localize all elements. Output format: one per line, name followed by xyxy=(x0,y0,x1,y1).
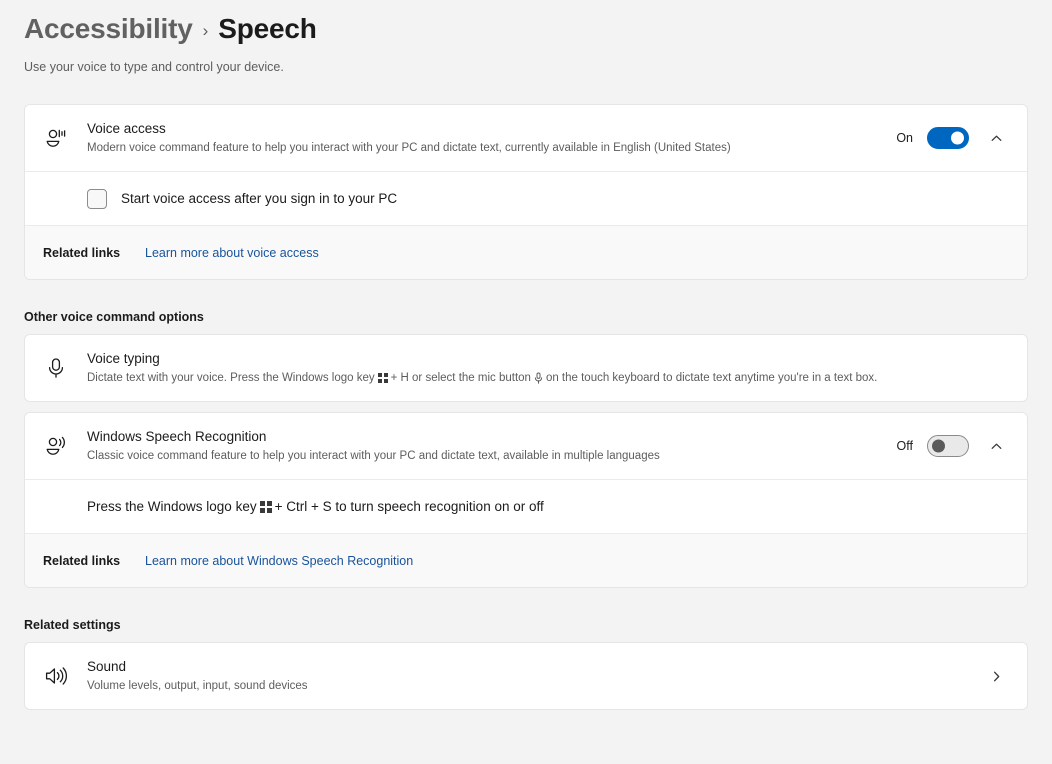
voice-typing-card: Voice typing Dictate text with your voic… xyxy=(24,334,1028,402)
voice-access-icon xyxy=(43,433,87,459)
voice-typing-row[interactable]: Voice typing Dictate text with your voic… xyxy=(25,335,1027,401)
sound-text: Sound Volume levels, output, input, soun… xyxy=(87,658,967,695)
start-voice-access-row[interactable]: Start voice access after you sign in to … xyxy=(25,171,1027,225)
voice-typing-text: Voice typing Dictate text with your voic… xyxy=(87,350,1009,387)
voice-typing-desc-part3: on the touch keyboard to dictate text an… xyxy=(545,371,878,384)
page-subtitle: Use your voice to type and control your … xyxy=(24,60,284,74)
breadcrumb-parent-accessibility[interactable]: Accessibility xyxy=(24,13,193,45)
inline-microphone-icon xyxy=(534,372,543,384)
start-voice-access-checkbox[interactable] xyxy=(87,188,107,209)
sound-controls xyxy=(967,663,1009,689)
voice-typing-desc-part1: Dictate text with your voice. Press the … xyxy=(87,371,375,384)
voice-typing-desc-part2: + H or select the mic button xyxy=(390,371,531,384)
voice-access-toggle[interactable] xyxy=(927,127,969,149)
speech-recognition-shortcut-text: Press the Windows logo key + Ctrl + S to… xyxy=(87,499,544,514)
speech-recognition-related-links-row: Related links Learn more about Windows S… xyxy=(25,533,1027,587)
speech-recognition-text: Windows Speech Recognition Classic voice… xyxy=(87,428,881,465)
speaker-icon xyxy=(43,663,87,689)
speech-recognition-state-label: Off xyxy=(896,439,913,453)
speech-recognition-title: Windows Speech Recognition xyxy=(87,428,267,444)
speech-recognition-row[interactable]: Windows Speech Recognition Classic voice… xyxy=(25,413,1027,479)
speech-recognition-toggle[interactable] xyxy=(927,435,969,457)
related-links-label: Related links xyxy=(43,553,121,568)
speech-recognition-shortcut-row: Press the Windows logo key + Ctrl + S to… xyxy=(25,479,1027,533)
sound-description: Volume levels, output, input, sound devi… xyxy=(87,679,308,692)
voice-typing-title: Voice typing xyxy=(87,350,160,366)
learn-more-voice-access-link[interactable]: Learn more about voice access xyxy=(145,246,319,260)
shortcut-part2: + Ctrl + S to turn speech recognition on… xyxy=(274,499,544,514)
start-voice-access-label: Start voice access after you sign in to … xyxy=(121,191,398,206)
sound-title: Sound xyxy=(87,658,127,674)
page-title: Speech xyxy=(218,13,317,44)
breadcrumb: Accessibility › Speech xyxy=(24,0,1028,44)
voice-access-row[interactable]: Voice access Modern voice command featur… xyxy=(25,105,1027,171)
windows-logo-key-icon xyxy=(259,500,272,513)
voice-access-chevron-up-icon[interactable] xyxy=(983,125,1009,151)
related-links-label: Related links xyxy=(43,245,121,260)
speech-recognition-card: Windows Speech Recognition Classic voice… xyxy=(24,412,1028,588)
breadcrumb-separator-icon: › xyxy=(202,21,209,40)
microphone-icon xyxy=(43,355,87,381)
voice-access-card: Voice access Modern voice command featur… xyxy=(24,104,1028,280)
settings-page: Accessibility › Speech Use your voice to… xyxy=(0,0,1052,710)
toggle-knob xyxy=(932,439,945,453)
related-settings-heading: Related settings xyxy=(24,618,121,632)
sound-card: Sound Volume levels, output, input, soun… xyxy=(24,642,1028,710)
toggle-knob xyxy=(951,131,964,145)
shortcut-part1: Press the Windows logo key xyxy=(87,499,257,514)
learn-more-speech-recognition-link[interactable]: Learn more about Windows Speech Recognit… xyxy=(145,554,413,568)
voice-access-icon xyxy=(43,125,87,151)
speech-recognition-description: Classic voice command feature to help yo… xyxy=(87,449,660,462)
sound-row[interactable]: Sound Volume levels, output, input, soun… xyxy=(25,643,1027,709)
voice-access-controls: On xyxy=(880,125,1009,151)
voice-access-title: Voice access xyxy=(87,120,166,136)
other-voice-command-options-heading: Other voice command options xyxy=(24,310,204,324)
windows-logo-key-icon xyxy=(377,373,388,383)
speech-recognition-chevron-up-icon[interactable] xyxy=(983,433,1009,459)
voice-access-text: Voice access Modern voice command featur… xyxy=(87,120,880,157)
voice-access-related-links-row: Related links Learn more about voice acc… xyxy=(25,225,1027,279)
speech-recognition-controls: Off xyxy=(881,433,1009,459)
voice-access-description: Modern voice command feature to help you… xyxy=(87,141,731,154)
voice-access-state-label: On xyxy=(896,131,913,145)
sound-chevron-right-icon[interactable] xyxy=(983,663,1009,689)
voice-typing-description: Dictate text with your voice. Press the … xyxy=(87,370,1009,387)
